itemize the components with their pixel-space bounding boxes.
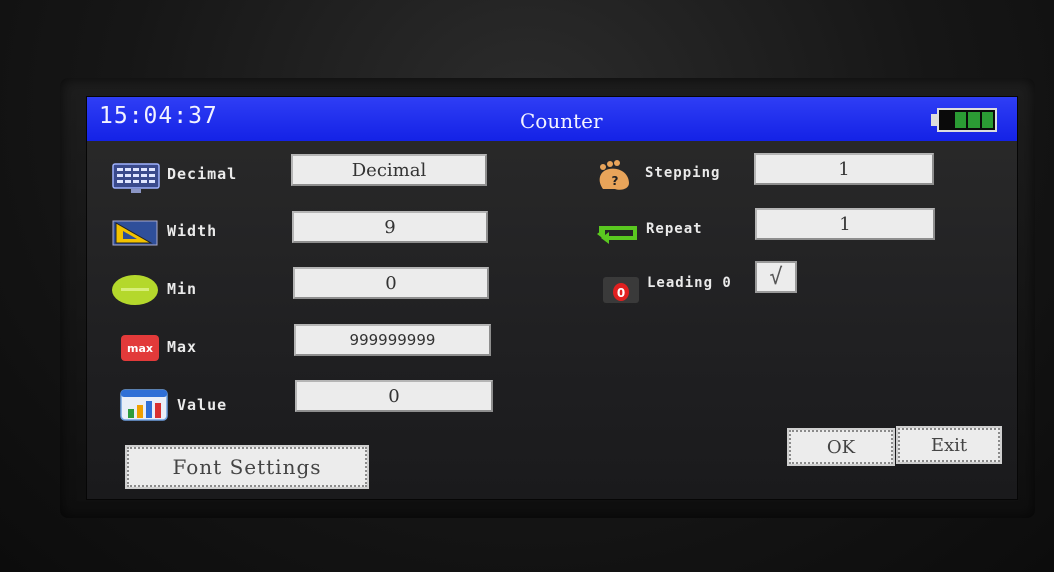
green-oval-icon: [112, 275, 158, 305]
svg-text:max: max: [127, 342, 153, 355]
lcd-screen: 15:04:37 Counter Decimal Decimal Width 9…: [86, 96, 1018, 500]
leading-zero-label: Leading 0: [647, 275, 732, 291]
title-bar: 15:04:37 Counter: [87, 97, 1017, 141]
clock: 15:04:37: [99, 103, 218, 129]
decimal-label: Decimal: [167, 165, 238, 183]
decimal-field[interactable]: Decimal: [291, 154, 487, 186]
svg-text:0: 0: [617, 286, 625, 300]
repeat-arrow-icon: [597, 226, 637, 244]
repeat-label: Repeat: [646, 221, 703, 237]
footstep-icon: ?: [599, 160, 629, 190]
ruler-triangle-icon: [112, 220, 158, 246]
battery-icon: [937, 108, 997, 132]
font-settings-button[interactable]: Font Settings: [125, 445, 369, 489]
numpad-monitor-icon: [112, 163, 160, 193]
width-field[interactable]: 9: [292, 211, 488, 243]
exit-button[interactable]: Exit: [896, 426, 1002, 464]
stepping-label: Stepping: [645, 165, 721, 181]
leading-zero-checkbox[interactable]: √: [755, 261, 797, 293]
max-label: Max: [167, 338, 198, 356]
page-title: Counter: [520, 109, 603, 133]
svg-text:?: ?: [612, 174, 619, 188]
value-field[interactable]: 0: [295, 380, 493, 412]
min-label: Min: [167, 280, 198, 298]
max-field[interactable]: 999999999: [294, 324, 491, 356]
repeat-field[interactable]: 1: [755, 208, 935, 240]
bar-chart-icon: [120, 389, 168, 421]
width-label: Width: [167, 222, 218, 240]
min-field[interactable]: 0: [293, 267, 489, 299]
zero-badge-icon: 0: [603, 277, 639, 303]
stepping-field[interactable]: 1: [754, 153, 934, 185]
value-label: Value: [177, 396, 228, 414]
ok-button[interactable]: OK: [787, 428, 895, 466]
max-badge-icon: max: [121, 335, 159, 361]
